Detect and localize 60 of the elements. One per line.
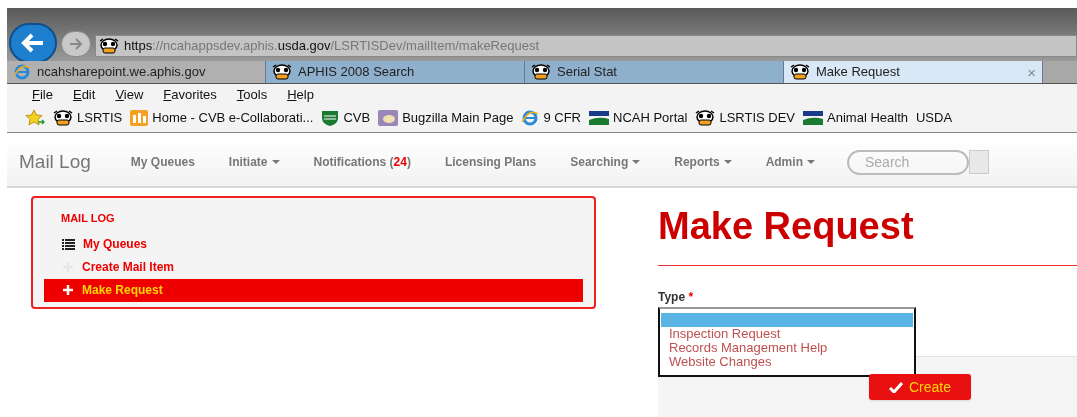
plus-icon bbox=[62, 284, 74, 296]
check-icon bbox=[889, 381, 903, 393]
star-icon bbox=[25, 110, 45, 126]
cow-icon bbox=[695, 110, 716, 126]
search-field[interactable]: Search bbox=[846, 149, 969, 175]
usda-logo-icon bbox=[803, 110, 824, 126]
nav-link[interactable]: Licensing Plans bbox=[444, 153, 537, 171]
cow-icon bbox=[99, 38, 119, 54]
menu-item[interactable]: File bbox=[32, 85, 53, 105]
back-arrow-icon bbox=[21, 33, 45, 53]
favorite-link[interactable]: USDA bbox=[916, 108, 953, 128]
url-text: https://ncahappsdev.aphis.usda.gov/LSRTISDev/mailItem/makeRequest bbox=[124, 37, 540, 56]
e-logo-icon bbox=[521, 110, 540, 126]
nav-link[interactable]: Initiate bbox=[228, 153, 280, 171]
favorite-link[interactable]: Bugzilla Main Page bbox=[402, 108, 514, 128]
search-button[interactable] bbox=[968, 150, 989, 174]
back-button[interactable] bbox=[9, 23, 57, 63]
list-icon bbox=[62, 238, 75, 250]
nav-link[interactable]: Admin bbox=[765, 153, 815, 171]
favorite-link[interactable]: Home - CVB e-Collaborati... bbox=[152, 108, 314, 128]
brand-title[interactable]: Mail Log bbox=[19, 147, 91, 177]
page-title: Make Request bbox=[658, 204, 915, 249]
browser-tab[interactable]: APHIS 2008 Search bbox=[266, 61, 525, 83]
menu-item[interactable]: Tools bbox=[236, 85, 268, 105]
field-label: Type * bbox=[658, 289, 695, 306]
grid-icon bbox=[130, 110, 149, 126]
sidebar-item[interactable]: My Queues bbox=[44, 232, 583, 256]
cow-icon bbox=[53, 110, 73, 126]
e-logo-icon bbox=[13, 64, 31, 80]
nav-link[interactable]: My Queues bbox=[130, 153, 195, 171]
browser-tab[interactable]: ncahsharepoint.we.aphis.gov bbox=[7, 61, 266, 83]
favorite-link[interactable]: Animal Health bbox=[827, 108, 908, 128]
menu-item[interactable]: View bbox=[115, 85, 144, 105]
favorite-link[interactable]: CVB bbox=[343, 108, 371, 128]
cow-icon bbox=[272, 64, 292, 80]
usda-logo-icon bbox=[589, 110, 609, 126]
nav-link[interactable]: Reports bbox=[674, 153, 732, 171]
menu-item[interactable]: Help bbox=[287, 85, 314, 105]
dropdown-option[interactable]: Inspection Request bbox=[661, 327, 913, 341]
shield-icon bbox=[321, 110, 340, 126]
menu-item[interactable]: Edit bbox=[72, 85, 96, 105]
favorite-link[interactable]: LSRTIS DEV bbox=[719, 108, 796, 128]
sidebar-heading: MAIL LOG bbox=[60, 211, 116, 226]
address-bar[interactable]: https://ncahappsdev.aphis.usda.gov/LSRTISDev/mailItem/makeRequest bbox=[95, 35, 1077, 57]
favorite-link[interactable]: LSRTIS bbox=[77, 108, 123, 128]
favorite-link[interactable]: 9 CFR bbox=[543, 108, 581, 128]
sidebar-item[interactable]: Create Mail Item bbox=[44, 255, 583, 279]
cow-icon bbox=[790, 64, 810, 80]
cow-icon bbox=[531, 64, 551, 80]
menu-item[interactable]: Favorites bbox=[163, 85, 217, 105]
dropdown-list[interactable]: Inspection Request Records Management Help Website Changes bbox=[658, 307, 916, 377]
forward-button[interactable] bbox=[61, 31, 91, 57]
nav-link[interactable]: Notifications (24) bbox=[313, 153, 411, 171]
dropdown-option[interactable]: Records Management Help bbox=[661, 341, 913, 355]
browser-tab[interactable]: Serial Stat bbox=[525, 61, 784, 83]
forward-arrow-icon bbox=[69, 38, 83, 50]
dropdown-option[interactable]: Website Changes bbox=[661, 355, 913, 369]
favorite-link[interactable]: NCAH Portal bbox=[613, 108, 688, 128]
browser-tab[interactable]: Make Request × bbox=[784, 61, 1043, 83]
nav-link[interactable]: Searching bbox=[570, 153, 641, 171]
